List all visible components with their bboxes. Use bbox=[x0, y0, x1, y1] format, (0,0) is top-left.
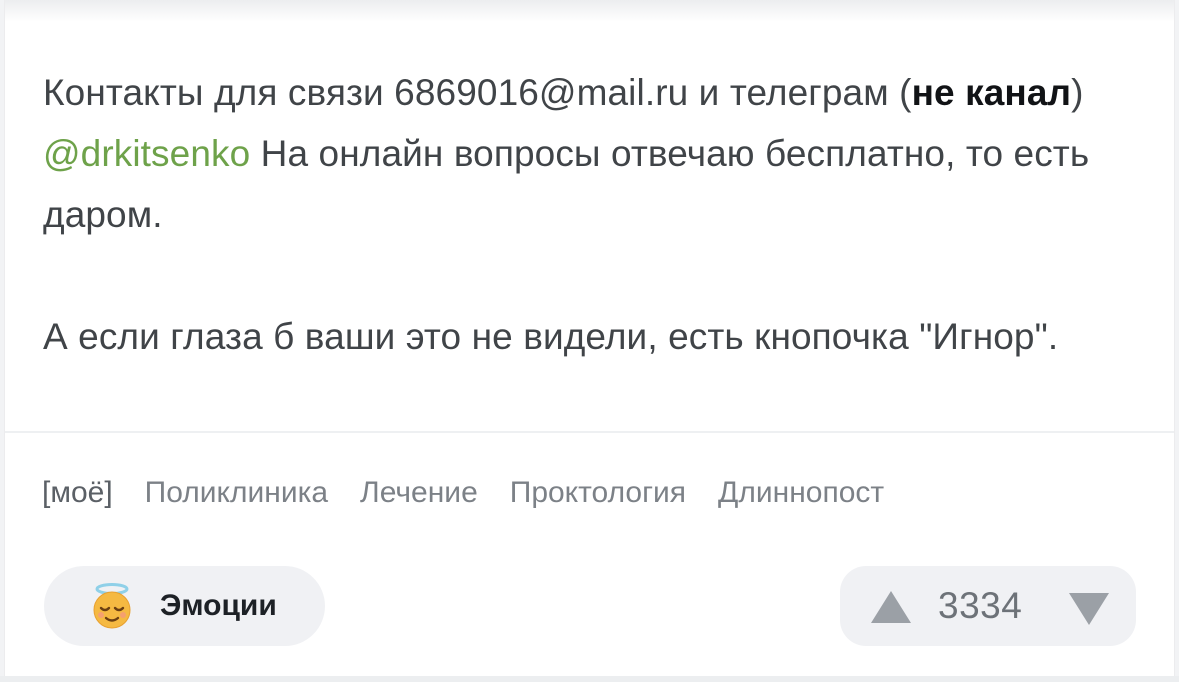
triangle-up-icon[interactable] bbox=[868, 587, 914, 627]
divider bbox=[5, 431, 1174, 433]
bold-text: не канал bbox=[911, 72, 1072, 113]
telegram-link[interactable]: @drkitsenko bbox=[43, 133, 250, 174]
rating-box: 3334 bbox=[840, 566, 1136, 646]
tag-longpost[interactable]: Длиннопост bbox=[718, 474, 884, 512]
tag-polyclinic[interactable]: Поликлиника bbox=[145, 474, 328, 512]
emotions-label: Эмоции bbox=[160, 589, 277, 622]
tag-list: [моё] Поликлиника Лечение Проктология Дл… bbox=[42, 474, 884, 512]
post-card: Контакты для связи 6869016@mail.ru и тел… bbox=[4, 0, 1175, 676]
post-paragraph-contacts: Контакты для связи 6869016@mail.ru и тел… bbox=[43, 62, 1103, 245]
post-paragraph-ignore: А если глаза б ваши это не видели, есть … bbox=[43, 316, 1059, 357]
post-body: Контакты для связи 6869016@mail.ru и тел… bbox=[43, 62, 1103, 367]
bottom-strip bbox=[0, 676, 1179, 682]
triangle-down-icon[interactable] bbox=[1066, 589, 1112, 629]
paren-text: ) bbox=[1071, 72, 1084, 113]
contacts-text: Контакты для связи 6869016@mail.ru и тел… bbox=[43, 72, 912, 113]
tag-own[interactable]: [моё] bbox=[42, 474, 113, 512]
angel-emoji-icon bbox=[93, 583, 131, 629]
top-shadow bbox=[5, 0, 1174, 22]
emotions-button[interactable]: Эмоции bbox=[44, 566, 325, 646]
rating-score: 3334 bbox=[938, 585, 1023, 626]
tag-proctology[interactable]: Проктология bbox=[510, 474, 686, 512]
tag-treatment[interactable]: Лечение bbox=[360, 474, 478, 512]
